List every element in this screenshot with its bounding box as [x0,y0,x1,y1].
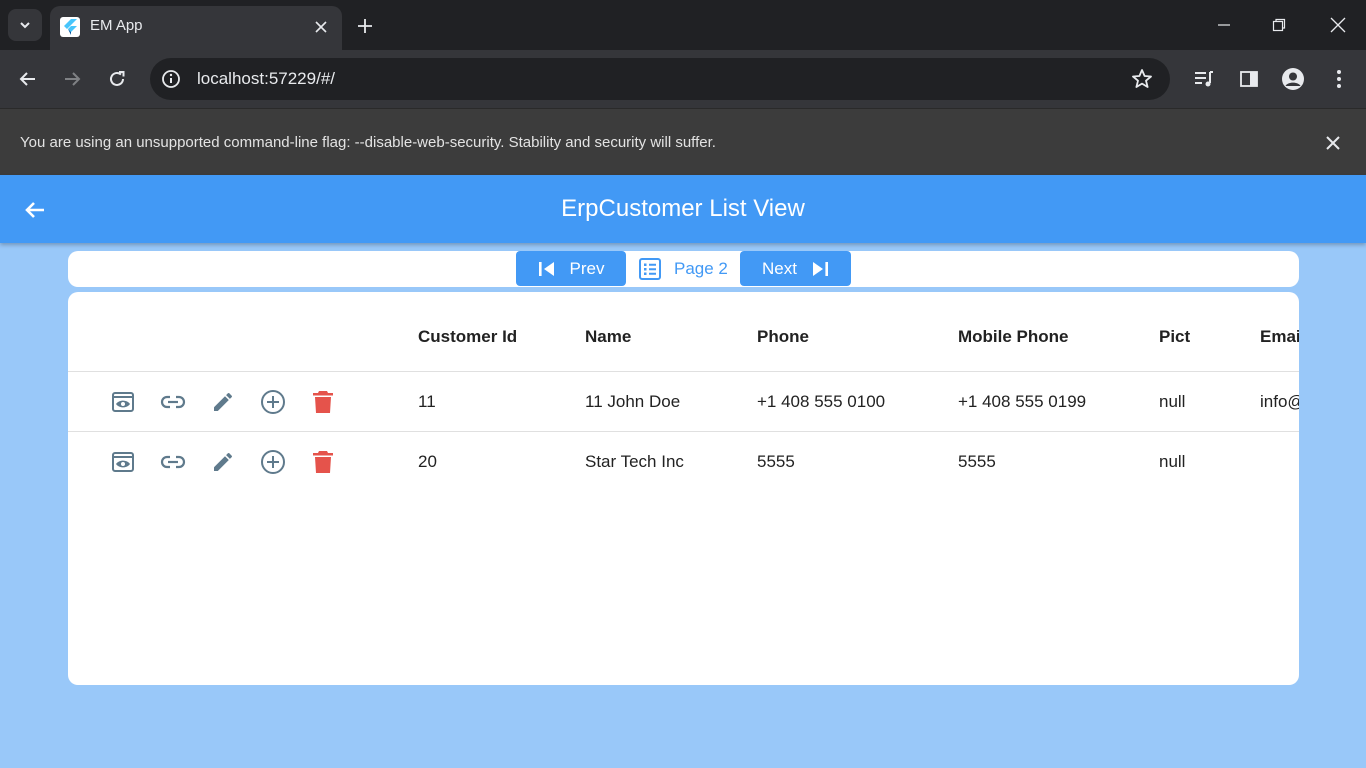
flutter-icon [60,17,80,37]
page-indicator: Page 2 [638,251,728,286]
link-icon[interactable] [159,448,187,476]
restore-icon [1272,18,1286,32]
reload-button[interactable] [102,64,132,94]
address-bar[interactable]: localhost:57229/#/ [150,58,1170,100]
column-header-pict[interactable]: Pict [1159,327,1190,347]
cell-customer-id: 20 [418,452,437,471]
column-header-customer-id[interactable]: Customer Id [418,327,517,347]
minimize-button[interactable] [1209,10,1239,40]
cell-mobile-phone: 5555 [958,452,996,471]
forward-button[interactable] [57,64,87,94]
prev-page-label: Prev [569,258,605,278]
table-row: 11 11 John Doe +1 408 555 0100 +1 408 55… [68,372,1299,432]
tab-title: EM App [90,17,143,34]
media-control-icon[interactable] [1189,64,1219,94]
plus-icon [358,19,372,33]
restore-button[interactable] [1264,10,1294,40]
cell-mobile-phone: +1 408 555 0199 [958,392,1087,411]
reload-icon [110,71,125,86]
add-circle-icon[interactable] [259,388,287,416]
url-text[interactable]: localhost:57229/#/ [197,69,335,89]
add-circle-icon[interactable] [259,448,287,476]
column-header-mobile-phone[interactable]: Mobile Phone [958,327,1069,347]
arrow-right-icon [65,72,81,86]
infobar-close-button[interactable] [1320,130,1346,156]
site-info-icon[interactable] [160,68,182,90]
kebab-menu-icon[interactable] [1324,64,1354,94]
close-icon [1326,136,1340,150]
close-icon [315,21,327,33]
link-icon[interactable] [159,388,187,416]
browser-tabstrip: EM App [0,0,1366,50]
cell-phone: 5555 [757,452,795,471]
preview-icon[interactable] [109,388,137,416]
side-panel-icon[interactable] [1234,64,1264,94]
back-button[interactable] [13,64,43,94]
profile-avatar-icon[interactable] [1278,64,1308,94]
minimize-icon [1218,24,1230,26]
column-header-name[interactable]: Name [585,327,631,347]
cell-name: Star Tech Inc [585,452,684,471]
bookmark-star-icon[interactable] [1130,67,1154,91]
arrow-left-icon [19,72,35,86]
last-page-icon [812,261,828,276]
chevron-down-icon [20,22,30,29]
pagination-bar: Prev Page 2 Next [68,251,1299,287]
table-row: 20 Star Tech Inc 5555 5555 null [68,432,1299,492]
cell-pict: null [1159,452,1186,471]
next-page-button[interactable]: Next [740,251,851,286]
cell-phone: +1 408 555 0100 [757,392,886,411]
new-tab-button[interactable] [352,13,378,39]
first-page-icon [538,261,554,276]
cell-customer-id: 11 [418,392,436,411]
close-icon [1330,17,1346,33]
browser-tab[interactable]: EM App [50,6,342,50]
browser-toolbar: localhost:57229/#/ [0,50,1366,108]
list-alt-icon [639,257,661,280]
page-title: ErpCustomer List View [561,195,805,222]
data-table-card: Customer Id Name Phone Mobile Phone Pict… [68,292,1299,685]
column-header-email[interactable]: Emai [1260,327,1299,347]
warning-infobar: You are using an unsupported command-lin… [0,108,1366,175]
edit-icon[interactable] [209,448,237,476]
prev-page-button[interactable]: Prev [516,251,626,286]
tab-search-button[interactable] [8,9,42,41]
cell-name: 11 John Doe [585,392,681,411]
close-window-button[interactable] [1323,10,1353,40]
page-label: Page 2 [674,258,728,278]
delete-icon[interactable] [309,388,337,416]
next-page-label: Next [762,258,797,278]
tab-close-button[interactable] [310,16,332,38]
table-header: Customer Id Name Phone Mobile Phone Pict… [68,292,1299,372]
cell-pict: null [1159,392,1186,411]
cell-email: info@ [1260,392,1299,411]
app-bar: ErpCustomer List View [0,175,1366,243]
infobar-message: You are using an unsupported command-lin… [20,134,716,151]
preview-icon[interactable] [109,448,137,476]
delete-icon[interactable] [309,448,337,476]
column-header-phone[interactable]: Phone [757,327,809,347]
edit-icon[interactable] [209,388,237,416]
